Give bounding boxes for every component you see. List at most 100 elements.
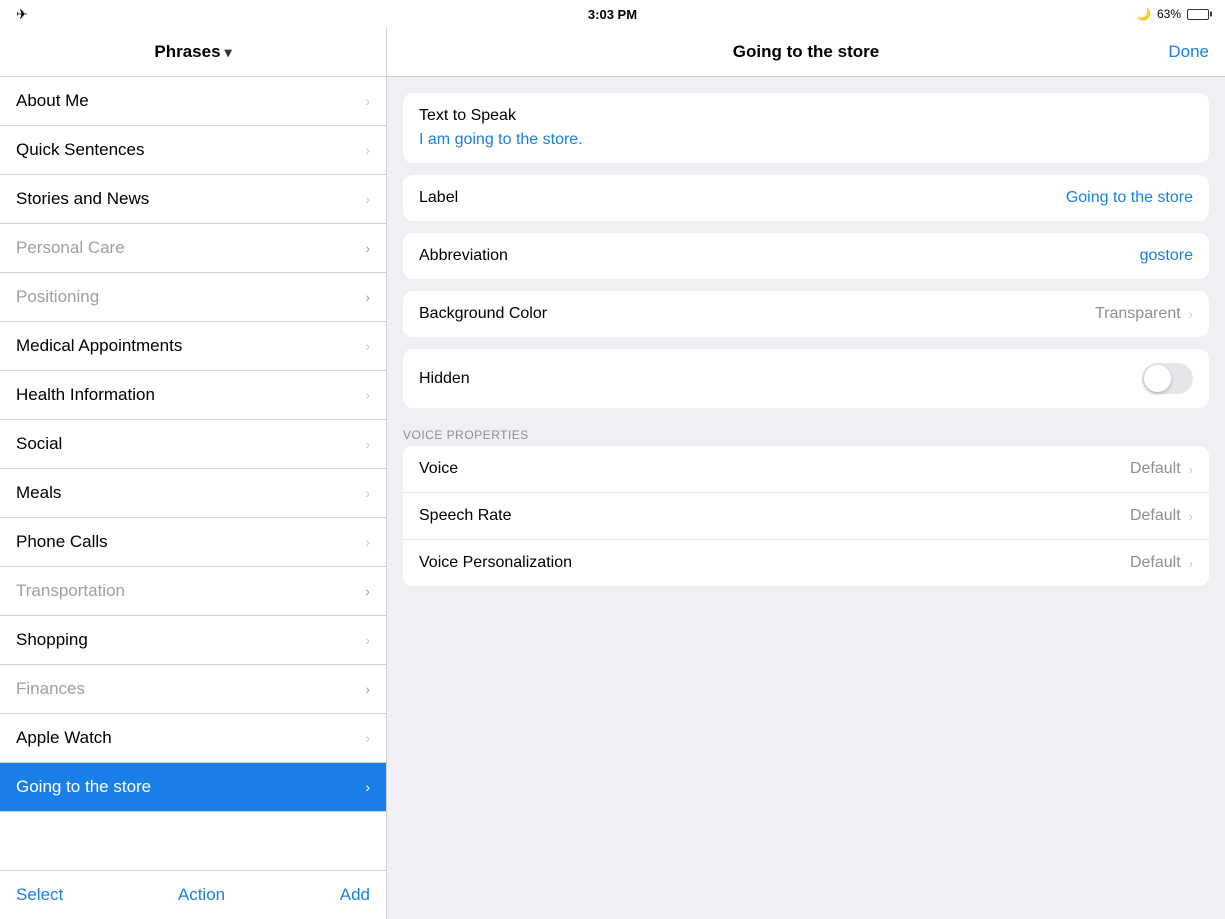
sidebar-item-label: Transportation <box>16 581 125 601</box>
chevron-right-icon: › <box>365 289 370 305</box>
chevron-right-icon: › <box>1189 307 1193 322</box>
sidebar-item-meals[interactable]: Meals › <box>0 469 386 518</box>
sidebar-item-label: About Me <box>16 91 89 111</box>
voice-personalization-row[interactable]: Voice Personalization Default › <box>403 540 1209 586</box>
sidebar-footer: Select Action Add <box>0 870 386 919</box>
hidden-row: Hidden <box>403 349 1209 408</box>
sidebar-item-positioning[interactable]: Positioning › <box>0 273 386 322</box>
abbreviation-field-label: Abbreviation <box>419 247 508 265</box>
sidebar-item-label: Personal Care <box>16 238 125 258</box>
label-card: Label Going to the store <box>403 175 1209 221</box>
sidebar-item-health-information[interactable]: Health Information › <box>0 371 386 420</box>
text-to-speak-card: Text to Speak I am going to the store. <box>403 93 1209 163</box>
background-color-value: Transparent <box>1095 305 1181 323</box>
voice-properties-card: Voice Default › Speech Rate Default › <box>403 446 1209 586</box>
sidebar-item-quick-sentences[interactable]: Quick Sentences › <box>0 126 386 175</box>
label-field-value[interactable]: Going to the store <box>1066 189 1193 207</box>
label-row: Label Going to the store <box>403 175 1209 221</box>
status-bar-left: ✈ <box>16 6 28 23</box>
voice-personalization-value: Default <box>1130 554 1181 572</box>
sidebar-header-label: Phrases <box>154 42 220 62</box>
label-field-label: Label <box>419 189 458 207</box>
voice-properties-header: VOICE PROPERTIES <box>387 420 1225 446</box>
sidebar-item-label: Stories and News <box>16 189 149 209</box>
main-content: Phrases ▾ About Me › Quick Sentences › S… <box>0 28 1225 919</box>
chevron-right-icon: › <box>1189 462 1193 477</box>
background-color-value-row: Transparent › <box>1095 305 1193 323</box>
sidebar-list: About Me › Quick Sentences › Stories and… <box>0 77 386 870</box>
right-panel-content: Text to Speak I am going to the store. L… <box>387 77 1225 919</box>
sidebar-item-phone-calls[interactable]: Phone Calls › <box>0 518 386 567</box>
right-panel-title: Going to the store <box>453 42 1159 62</box>
sidebar-item-label: Social <box>16 434 62 454</box>
right-panel-container: Going to the store Done Text to Speak I … <box>387 28 1225 919</box>
action-button[interactable]: Action <box>178 885 225 905</box>
status-bar: ✈ 3:03 PM 🌙 63% <box>0 0 1225 28</box>
done-button[interactable]: Done <box>1159 42 1209 62</box>
chevron-right-icon: › <box>1189 509 1193 524</box>
speech-rate-label: Speech Rate <box>419 507 512 525</box>
status-bar-right: 🌙 63% <box>1136 7 1209 21</box>
chevron-right-icon: › <box>365 142 370 158</box>
right-panel-inner: Text to Speak I am going to the store. L… <box>387 77 1225 614</box>
phrases-dropdown-icon: ▾ <box>225 44 232 61</box>
chevron-right-icon: › <box>365 583 370 599</box>
battery-bar-icon <box>1187 9 1209 20</box>
hidden-toggle[interactable] <box>1142 363 1193 394</box>
toggle-knob <box>1144 365 1171 392</box>
background-color-card: Background Color Transparent › <box>403 291 1209 337</box>
chevron-right-icon: › <box>365 387 370 403</box>
chevron-right-icon: › <box>365 338 370 354</box>
sidebar-item-stories-and-news[interactable]: Stories and News › <box>0 175 386 224</box>
sidebar-item-personal-care[interactable]: Personal Care › <box>0 224 386 273</box>
chevron-right-icon: › <box>365 681 370 697</box>
sidebar-item-transportation[interactable]: Transportation › <box>0 567 386 616</box>
sidebar-item-label: Apple Watch <box>16 728 112 748</box>
speech-rate-value: Default <box>1130 507 1181 525</box>
text-to-speak-value[interactable]: I am going to the store. <box>419 131 1193 149</box>
sidebar-item-about-me[interactable]: About Me › <box>0 77 386 126</box>
sidebar-item-label: Positioning <box>16 287 99 307</box>
speech-rate-row[interactable]: Speech Rate Default › <box>403 493 1209 540</box>
sidebar-header[interactable]: Phrases ▾ <box>0 28 386 77</box>
chevron-right-icon: › <box>365 93 370 109</box>
sidebar-item-finances[interactable]: Finances › <box>0 665 386 714</box>
hidden-card: Hidden <box>403 349 1209 408</box>
status-bar-time: 3:03 PM <box>588 7 637 22</box>
sidebar-item-shopping[interactable]: Shopping › <box>0 616 386 665</box>
sidebar-item-apple-watch[interactable]: Apple Watch › <box>0 714 386 763</box>
chevron-right-icon: › <box>365 191 370 207</box>
chevron-right-icon: › <box>365 632 370 648</box>
sidebar-item-label: Quick Sentences <box>16 140 145 160</box>
sidebar: Phrases ▾ About Me › Quick Sentences › S… <box>0 28 387 919</box>
sidebar-item-label: Medical Appointments <box>16 336 182 356</box>
background-color-label: Background Color <box>419 305 547 323</box>
sidebar-item-label: Health Information <box>16 385 155 405</box>
sidebar-item-going-to-store[interactable]: Going to the store › <box>0 763 386 812</box>
background-color-row[interactable]: Background Color Transparent › <box>403 291 1209 337</box>
sidebar-item-label: Meals <box>16 483 61 503</box>
chevron-right-icon: › <box>365 485 370 501</box>
select-button[interactable]: Select <box>16 885 63 905</box>
chevron-right-icon: › <box>365 534 370 550</box>
text-to-speak-label: Text to Speak <box>419 107 1193 125</box>
sidebar-item-social[interactable]: Social › <box>0 420 386 469</box>
sidebar-item-medical-appointments[interactable]: Medical Appointments › <box>0 322 386 371</box>
voice-personalization-label: Voice Personalization <box>419 554 572 572</box>
speech-rate-value-row: Default › <box>1130 507 1193 525</box>
airplane-icon: ✈ <box>16 6 28 23</box>
hidden-label: Hidden <box>419 370 470 388</box>
abbreviation-field-value[interactable]: gostore <box>1140 247 1193 265</box>
battery-percent: 63% <box>1157 7 1181 21</box>
voice-value-row: Default › <box>1130 460 1193 478</box>
sidebar-item-label: Shopping <box>16 630 88 650</box>
chevron-right-icon: › <box>365 436 370 452</box>
add-button[interactable]: Add <box>340 885 370 905</box>
voice-personalization-value-row: Default › <box>1130 554 1193 572</box>
sidebar-item-label: Phone Calls <box>16 532 108 552</box>
abbreviation-row: Abbreviation gostore <box>403 233 1209 279</box>
abbreviation-card: Abbreviation gostore <box>403 233 1209 279</box>
voice-row[interactable]: Voice Default › <box>403 446 1209 493</box>
chevron-right-icon: › <box>365 240 370 256</box>
chevron-right-icon: › <box>365 730 370 746</box>
